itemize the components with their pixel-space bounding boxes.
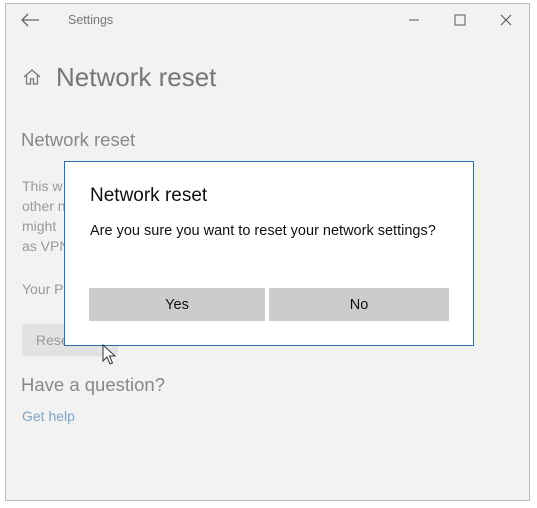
yes-button[interactable]: Yes <box>89 288 265 321</box>
app-title: Settings <box>68 13 114 27</box>
confirm-dialog: Network reset Are you sure you want to r… <box>64 161 474 346</box>
back-arrow-icon[interactable] <box>20 10 42 30</box>
no-button[interactable]: No <box>269 288 449 321</box>
page-title: Network reset <box>56 61 217 92</box>
help-heading: Have a question? <box>21 374 165 395</box>
minimize-icon[interactable] <box>391 4 437 36</box>
dialog-message: Are you sure you want to reset your netw… <box>90 223 436 239</box>
section-title: Network reset <box>21 129 136 150</box>
dialog-title: Network reset <box>90 185 208 206</box>
maximize-icon[interactable] <box>437 4 483 36</box>
title-bar: Settings <box>6 4 529 36</box>
settings-window: Settings Network reset Network reset Thi… <box>5 3 530 501</box>
mouse-pointer-icon <box>102 343 117 366</box>
restart-note: Your P <box>22 281 64 297</box>
home-icon[interactable] <box>22 67 42 87</box>
get-help-link[interactable]: Get help <box>22 408 75 424</box>
close-icon[interactable] <box>483 4 529 36</box>
page-header: Network reset <box>22 59 216 95</box>
